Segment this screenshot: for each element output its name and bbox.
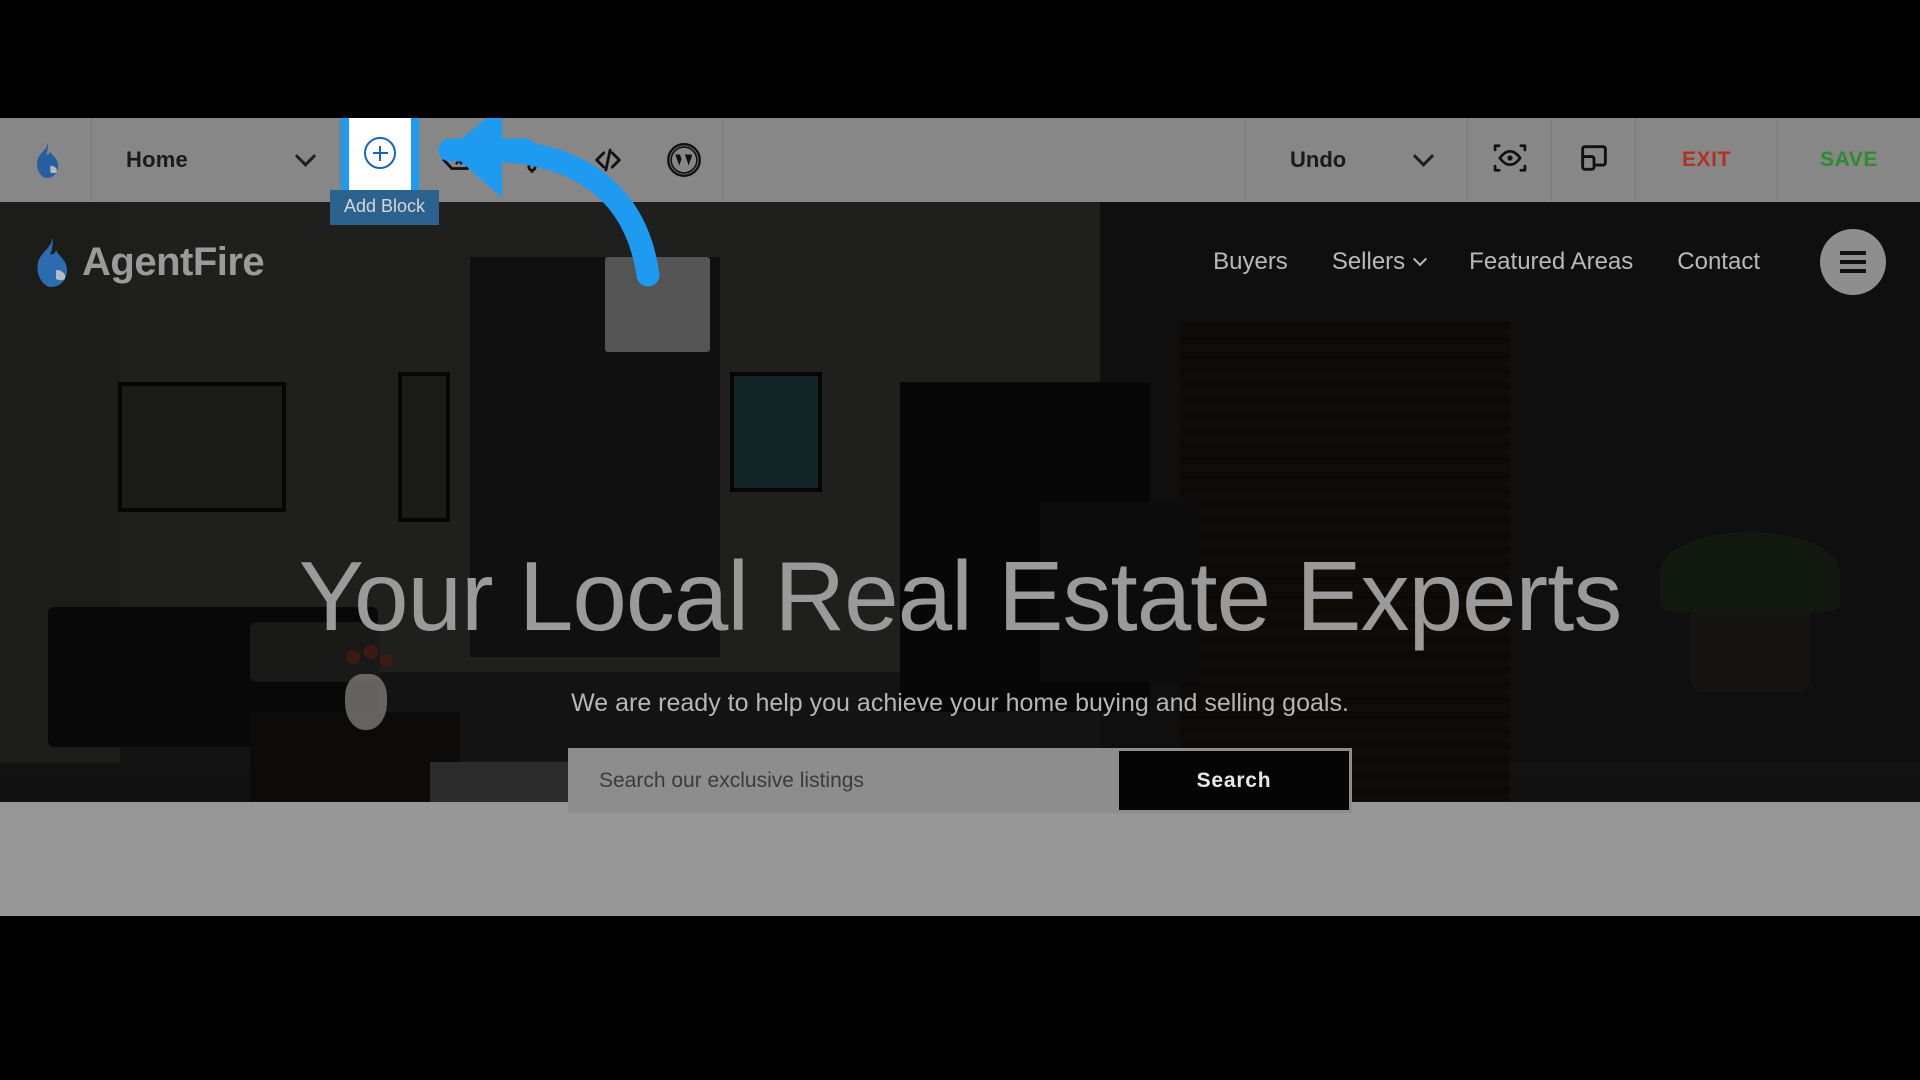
save-label: SAVE [1819, 148, 1879, 171]
letterbox-bottom [0, 916, 1920, 1080]
page-selector-label: Home [126, 147, 188, 172]
search-button[interactable]: Search [1119, 751, 1349, 810]
toolbar-spacer [723, 118, 1246, 202]
exit-button[interactable]: EXIT [1636, 118, 1778, 202]
add-block-tooltip: Add Block [330, 190, 440, 225]
site-navigation: Buyers Sellers Featured Areas Contact [1213, 229, 1886, 295]
code-icon[interactable] [570, 118, 646, 202]
nav-link-contact[interactable]: Contact [1677, 248, 1760, 276]
undo-dropdown[interactable]: Undo [1246, 118, 1468, 202]
burger-bar [1840, 269, 1866, 273]
hero-subtitle: We are ready to help you achieve your ho… [571, 689, 1349, 717]
nav-label: Contact [1677, 248, 1760, 275]
chevron-down-icon [1413, 252, 1428, 267]
eye-focus-icon [1491, 141, 1529, 180]
hamburger-menu-icon[interactable] [1820, 229, 1886, 295]
burger-bar [1840, 260, 1866, 264]
chevron-down-icon [294, 145, 317, 167]
layout-panels-icon [1577, 141, 1611, 180]
responsive-layout-button[interactable] [1552, 118, 1636, 202]
settings-sliders-icon[interactable] [494, 118, 570, 202]
listing-search-bar: Search [568, 748, 1352, 813]
nav-link-buyers[interactable]: Buyers [1213, 248, 1288, 276]
add-block-button-face [349, 113, 411, 200]
preview-button[interactable] [1468, 118, 1552, 202]
exit-label: EXIT [1681, 148, 1732, 171]
editor-toolbar: Home Undo EXIT SAVE [0, 118, 1920, 202]
site-header: AgentFire Buyers Sellers Featured Areas … [0, 202, 1920, 322]
undo-label: Undo [1290, 147, 1347, 172]
screenshot-stage: AgentFire Buyers Sellers Featured Areas … [0, 0, 1920, 1080]
search-input[interactable] [571, 751, 1119, 810]
hero-title: Your Local Real Estate Experts [298, 541, 1623, 651]
wordpress-icon[interactable] [646, 118, 722, 202]
chevron-down-icon [1412, 145, 1435, 167]
add-block-button[interactable] [341, 105, 419, 201]
page-selector[interactable]: Home [92, 118, 340, 202]
plus-circle-icon [364, 137, 396, 169]
agentfire-flame-icon [32, 237, 68, 287]
nav-label: Sellers [1331, 248, 1406, 275]
nav-label: Buyers [1213, 248, 1288, 275]
brand-name: AgentFire [82, 239, 265, 284]
site-preview: AgentFire Buyers Sellers Featured Areas … [0, 202, 1920, 916]
agentfire-flame-icon [33, 142, 59, 178]
nav-link-featured-areas[interactable]: Featured Areas [1469, 248, 1633, 276]
save-button[interactable]: SAVE [1778, 118, 1920, 202]
nav-label: Featured Areas [1469, 248, 1634, 275]
toolbar-brand-logo[interactable] [0, 118, 92, 202]
letterbox-top [0, 0, 1920, 118]
burger-bar [1840, 251, 1866, 255]
nav-link-sellers[interactable]: Sellers [1331, 248, 1428, 276]
site-brand[interactable]: AgentFire [32, 237, 265, 287]
below-hero-strip [0, 802, 1920, 916]
